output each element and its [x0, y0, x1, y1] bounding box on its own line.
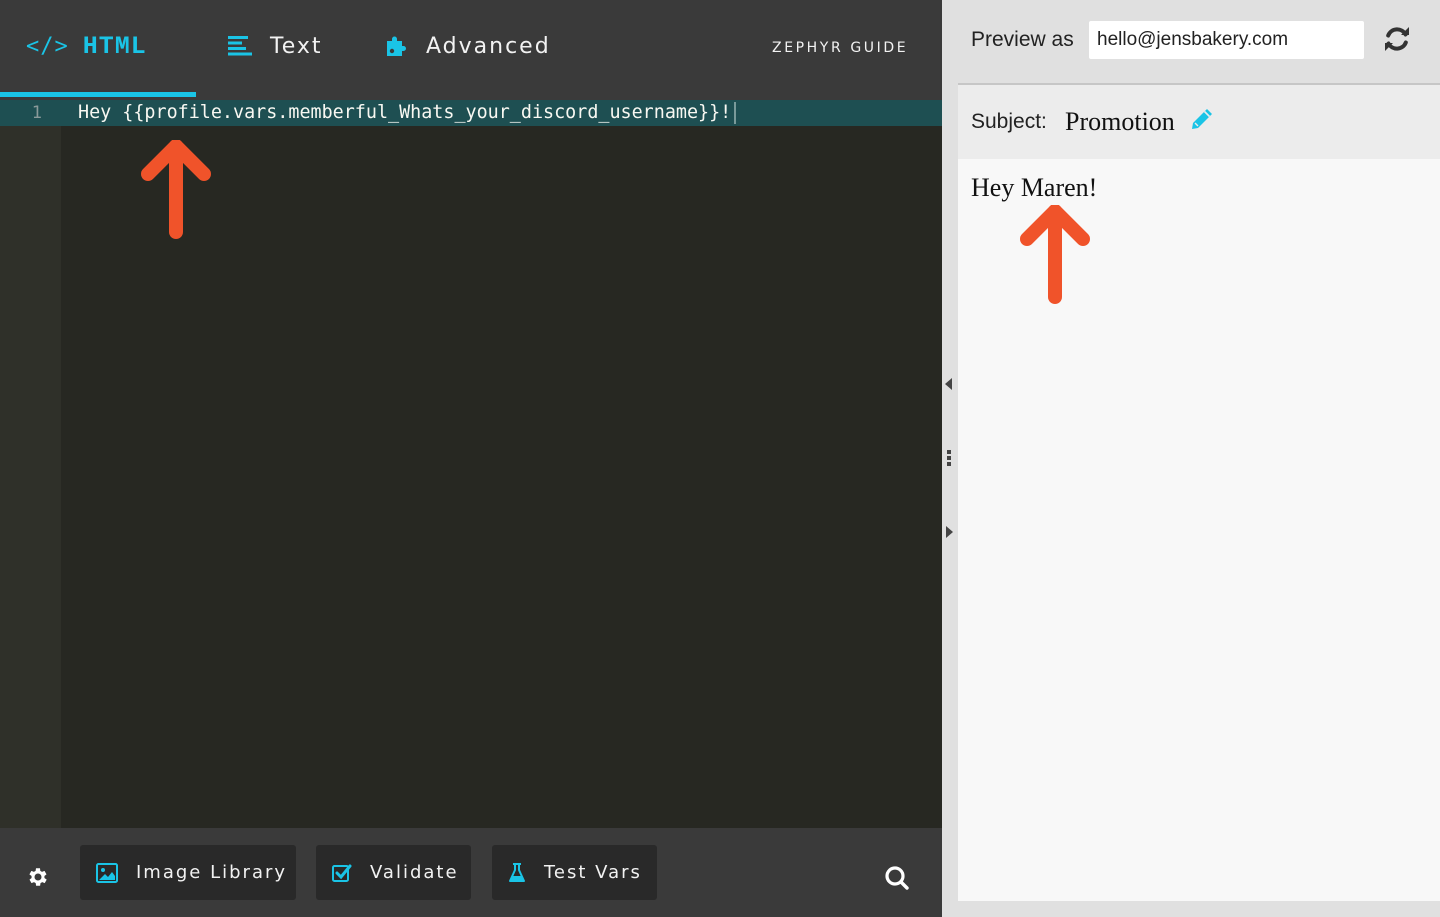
image-library-label: Image Library: [136, 862, 288, 883]
drag-handle-icon[interactable]: [947, 450, 951, 468]
test-vars-button[interactable]: Test Vars: [492, 845, 657, 900]
editor-toolbar: Image Library Validate Test Vars: [0, 830, 942, 917]
align-left-icon: [228, 36, 252, 56]
search-icon[interactable]: [884, 865, 910, 891]
code-line-text: Hey {{profile.vars.memberful_Whats_your_…: [78, 102, 732, 123]
email-preview-body: Hey Maren!: [958, 159, 1440, 901]
annotation-arrow-up-icon: [141, 140, 211, 239]
subject-label: Subject:: [971, 110, 1047, 133]
code-icon: </>: [26, 33, 69, 59]
test-vars-label: Test Vars: [544, 862, 642, 883]
puzzle-icon: [384, 34, 408, 58]
tab-advanced-label: Advanced: [426, 33, 551, 59]
tab-text[interactable]: Text: [228, 28, 323, 64]
tab-html[interactable]: </> HTML: [26, 28, 147, 64]
line-number: 1: [31, 103, 42, 123]
annotation-arrow-up-icon: [1020, 205, 1090, 304]
code-editor[interactable]: 1 Hey {{profile.vars.memberful_Whats_you…: [0, 100, 942, 828]
preview-panel: Preview as Subject: Promotion Hey Maren!: [942, 0, 1440, 917]
image-library-button[interactable]: Image Library: [80, 845, 296, 900]
active-code-line[interactable]: 1 Hey {{profile.vars.memberful_Whats_you…: [0, 100, 942, 126]
subject-row: Subject: Promotion: [958, 85, 1440, 159]
preview-as-input[interactable]: [1089, 21, 1364, 59]
preview-as-label: Preview as: [971, 28, 1074, 51]
flask-icon: [508, 862, 526, 883]
active-tab-indicator: [0, 92, 196, 97]
collapse-right-icon[interactable]: [946, 526, 953, 538]
collapse-left-icon[interactable]: [945, 378, 952, 390]
tab-advanced[interactable]: Advanced: [384, 28, 551, 64]
validate-button[interactable]: Validate: [316, 845, 471, 900]
email-body-text: Hey Maren!: [971, 173, 1098, 202]
editor-panel: </> HTML Text Advanced ZEPHYR GUIDE 1 He…: [0, 0, 942, 917]
refresh-icon[interactable]: [1382, 24, 1412, 54]
panel-splitter[interactable]: [942, 0, 958, 917]
zephyr-guide-link[interactable]: ZEPHYR GUIDE: [772, 40, 908, 56]
tab-text-label: Text: [270, 33, 323, 59]
validate-label: Validate: [370, 862, 459, 883]
line-gutter: [0, 100, 61, 828]
image-icon: [96, 862, 118, 883]
tab-html-label: HTML: [82, 31, 147, 61]
text-cursor: [734, 102, 737, 124]
pencil-icon[interactable]: [1190, 107, 1214, 131]
check-square-icon: [332, 863, 352, 883]
gear-icon[interactable]: [26, 865, 50, 889]
code-line[interactable]: Hey {{profile.vars.memberful_Whats_your_…: [78, 100, 737, 126]
subject-value: Promotion: [1065, 107, 1175, 136]
editor-tabs: </> HTML Text Advanced ZEPHYR GUIDE: [0, 0, 942, 97]
